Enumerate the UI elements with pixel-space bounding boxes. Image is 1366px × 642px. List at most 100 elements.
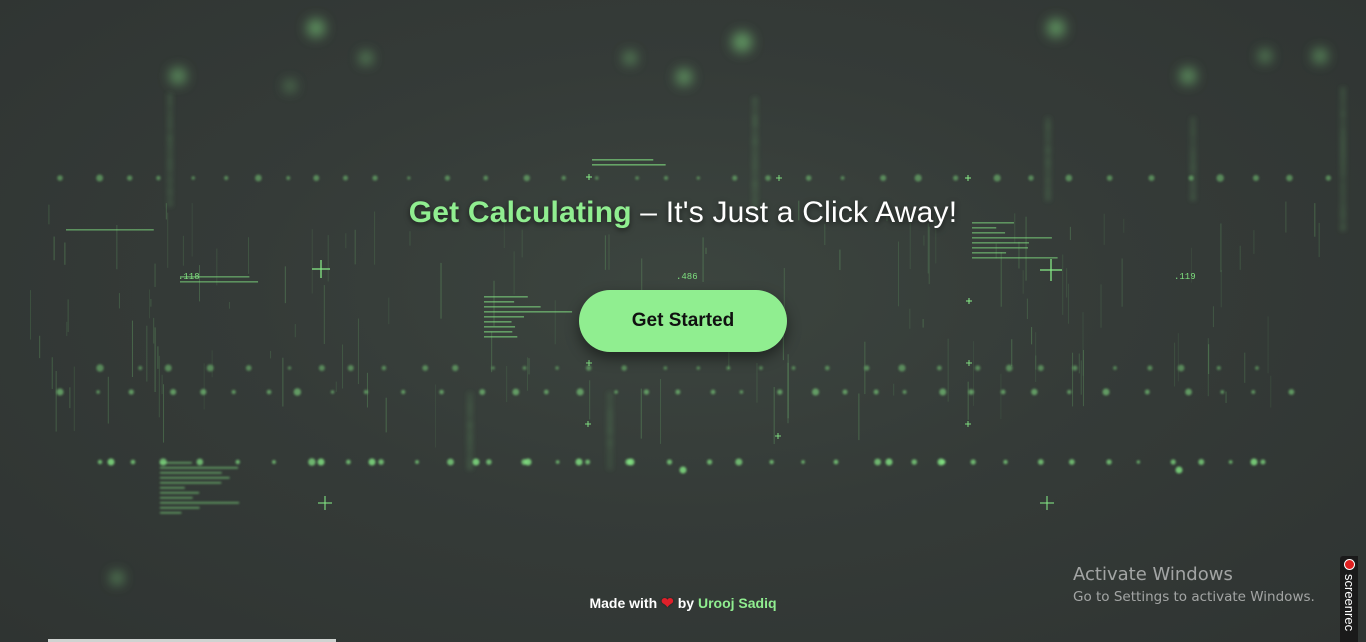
bg-column-dot (753, 134, 757, 138)
bg-column-dot (168, 106, 172, 110)
bg-row-dot (825, 365, 830, 371)
bg-row-dot (666, 459, 673, 465)
bg-row-dot (97, 459, 103, 465)
bg-column-dot (1191, 190, 1195, 194)
bg-rain-line (51, 357, 53, 389)
bg-row-dot (594, 176, 599, 180)
bg-rain-line (409, 231, 411, 246)
bg-rain-line (1000, 252, 1002, 307)
bg-row-dot (452, 364, 459, 372)
bg-row-dot (522, 366, 527, 370)
bg-rain-line (148, 289, 150, 319)
bg-digit: .119 (1174, 272, 1196, 282)
by-text: by (677, 595, 695, 611)
bg-row-dot (245, 365, 252, 371)
bg-rain-line (248, 237, 250, 274)
bg-column-dot (1046, 130, 1050, 134)
bg-code-line (972, 247, 1028, 249)
bg-code-line (160, 477, 230, 479)
bg-column-dot (168, 178, 172, 182)
bg-row-dot (1031, 388, 1038, 396)
bg-plus-mark (1046, 496, 1048, 510)
bg-bokeh (1313, 49, 1327, 63)
bg-row-dot (381, 365, 387, 371)
bg-column-dot (608, 459, 612, 463)
bg-bokeh (360, 52, 372, 64)
bg-column-dot (608, 411, 612, 415)
bg-row-dot (1003, 459, 1008, 465)
bg-rain-line (705, 247, 707, 254)
bg-rain-line (342, 344, 344, 389)
bg-row-dot (235, 459, 240, 465)
bg-rain-line (211, 350, 213, 378)
bg-row-dot (759, 366, 763, 370)
bg-column-dot (1341, 172, 1345, 176)
bg-column-dot (1341, 160, 1345, 164)
bg-rain-line (897, 241, 899, 307)
bg-rain-line (153, 317, 155, 344)
bg-row-dot (444, 175, 451, 181)
bg-column-dot (608, 465, 612, 469)
bg-rain-line (554, 300, 556, 345)
bg-rain-line (1208, 344, 1210, 374)
bg-row-dot (224, 175, 229, 181)
bg-plus-mark (778, 175, 780, 181)
bg-rain-line (118, 293, 120, 309)
bg-rain-line (1100, 284, 1102, 328)
bg-code-line (160, 467, 238, 469)
bg-rain-line (995, 243, 997, 259)
screenrec-badge[interactable]: screenrec (1340, 556, 1358, 642)
bg-rain-line (440, 262, 442, 319)
bg-glow-dot (472, 458, 480, 466)
get-started-button[interactable]: Get Started (579, 290, 787, 352)
bg-row-dot (286, 176, 291, 180)
page-title: Get Calculating – It's Just a Click Away… (0, 196, 1366, 230)
bg-row-dot (576, 388, 584, 396)
bg-row-dot (407, 176, 411, 180)
bg-rain-line (1225, 391, 1227, 403)
bg-rain-line (1078, 353, 1080, 374)
bg-row-dot (1147, 365, 1153, 371)
bg-column-dot (753, 146, 757, 150)
bg-column-dot (753, 158, 757, 162)
bg-row-dot (313, 175, 320, 181)
bg-rain-line (30, 290, 32, 340)
bg-rain-line (161, 374, 163, 395)
bg-row-dot (170, 388, 177, 396)
bg-glow-dot (679, 466, 687, 474)
bg-row-dot (1136, 460, 1140, 464)
bg-column-dot (1341, 154, 1345, 158)
bg-column-dot (468, 447, 472, 451)
bg-column-dot (168, 136, 172, 140)
bg-bokeh (1180, 68, 1196, 84)
bg-plus-mark (588, 360, 590, 366)
bg-plus-mark (967, 175, 969, 181)
bg-row-dot (1065, 174, 1073, 182)
bg-row-dot (1325, 175, 1332, 181)
bg-row-dot (1068, 459, 1075, 465)
bg-column-dot (1191, 118, 1195, 122)
bg-column-dot (1191, 172, 1195, 176)
bg-glow-dot (1250, 458, 1258, 466)
bg-row-dot (346, 459, 351, 465)
bg-row-dot (663, 366, 668, 370)
bg-rain-line (604, 235, 606, 270)
bg-code-line (484, 306, 541, 308)
bg-rain-line (1174, 342, 1176, 387)
bg-row-dot (1170, 459, 1176, 465)
bg-row-dot (128, 389, 134, 395)
bg-row-dot (1220, 390, 1225, 394)
bg-row-dot (372, 175, 378, 181)
bg-rain-line (150, 298, 152, 307)
bg-code-line (160, 472, 222, 474)
bg-column-dot (468, 411, 472, 415)
bg-column-dot (1046, 136, 1050, 140)
bg-glow-dot (524, 458, 532, 466)
bg-row-dot (880, 174, 887, 182)
bg-column-dot (168, 166, 172, 170)
bg-column-dot (1341, 106, 1345, 110)
bg-column-dot (1191, 184, 1195, 188)
bg-rain-line (388, 297, 390, 325)
bg-code-line (592, 159, 654, 161)
bg-column-dot (168, 184, 172, 188)
